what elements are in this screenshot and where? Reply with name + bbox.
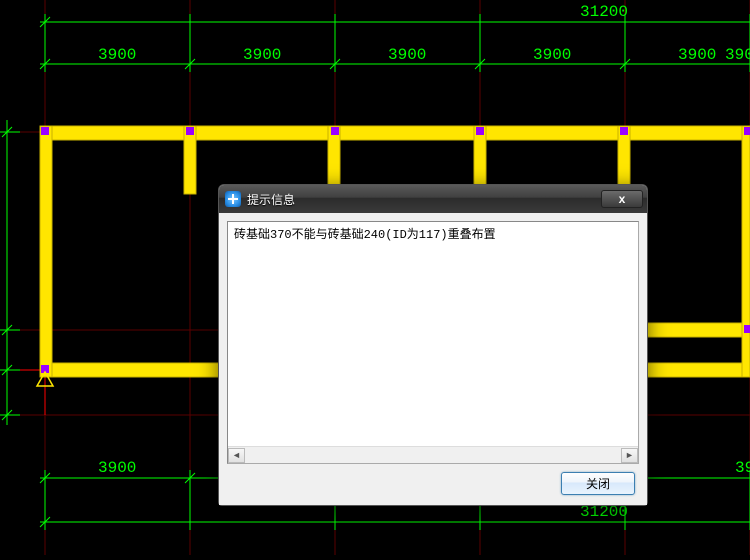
dim-bot-1: 3900 <box>98 459 136 477</box>
message-text: 砖基础370不能与砖基础240(ID为117)重叠布置 <box>228 222 638 446</box>
dialog-title: 提示信息 <box>247 191 601 208</box>
close-button[interactable]: 关闭 <box>561 472 635 495</box>
dim-top-long: 31200 <box>580 3 628 21</box>
info-plus-icon <box>225 191 241 207</box>
dialog-body: 砖基础370不能与砖基础240(ID为117)重叠布置 ◄ ► 关闭 <box>219 213 647 505</box>
dim-top-4: 3900 <box>533 46 571 64</box>
scroll-right-icon[interactable]: ► <box>621 448 638 463</box>
dim-bot-rp: 39 <box>735 459 750 477</box>
window-close-button[interactable]: x <box>601 190 643 208</box>
dialog-titlebar[interactable]: 提示信息 x <box>219 185 647 213</box>
scroll-left-icon[interactable]: ◄ <box>228 448 245 463</box>
dialog-button-row: 关闭 <box>227 472 639 497</box>
horizontal-scrollbar[interactable]: ◄ ► <box>228 446 638 463</box>
dim-top-rp: 390 <box>725 46 750 64</box>
dim-top-5: 3900 <box>678 46 716 64</box>
dim-top-2: 3900 <box>243 46 281 64</box>
dim-top-1: 3900 <box>98 46 136 64</box>
dim-top-3: 3900 <box>388 46 426 64</box>
message-textarea[interactable]: 砖基础370不能与砖基础240(ID为117)重叠布置 ◄ ► <box>227 221 639 464</box>
message-dialog: 提示信息 x 砖基础370不能与砖基础240(ID为117)重叠布置 ◄ ► 关… <box>218 184 648 506</box>
